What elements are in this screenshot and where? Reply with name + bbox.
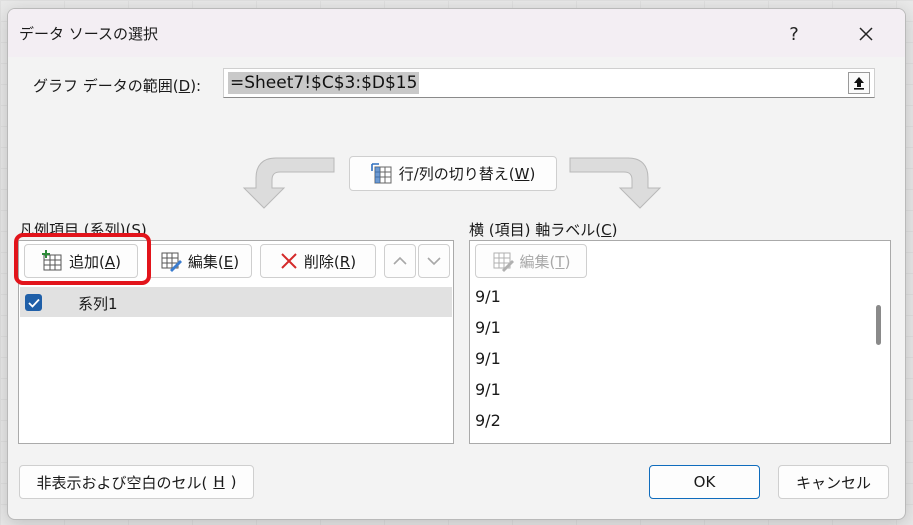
- axis-list-item[interactable]: 9/1: [471, 281, 861, 312]
- delete-series-button[interactable]: 削除(R): [260, 244, 376, 278]
- add-table-icon: [42, 250, 62, 271]
- switch-row-column-label: 行/列の切り替え(W): [398, 165, 536, 183]
- add-series-button[interactable]: 追加(A): [24, 244, 138, 278]
- collapse-dialog-button[interactable]: [848, 72, 870, 94]
- axis-list-scrollbar[interactable]: [870, 281, 888, 439]
- chevron-down-icon: [427, 257, 441, 266]
- cancel-button[interactable]: キャンセル: [778, 465, 889, 499]
- axis-list-item[interactable]: 9/2: [471, 405, 861, 436]
- delete-x-icon: [281, 253, 297, 269]
- axis-labels-panel: 編集(T) 9/1 9/1 9/1 9/1 9/2: [469, 240, 891, 444]
- data-range-value: =Sheet7!$C$3:$D$15: [228, 72, 420, 94]
- select-data-source-dialog: データ ソースの選択 ? グラフ データの範囲(D): =Sheet7!$C$3…: [7, 8, 906, 520]
- close-icon: [859, 27, 873, 41]
- title-bar: データ ソースの選択 ?: [8, 9, 905, 57]
- edit-table-icon: [161, 252, 182, 272]
- legend-entries-panel: 追加(A) 編集(E) 削除(R) 系列1: [18, 240, 454, 444]
- series-list-item[interactable]: 系列1: [20, 287, 452, 317]
- series-checkbox[interactable]: [25, 294, 42, 311]
- curved-arrow-right-icon: [569, 157, 662, 209]
- scrollbar-thumb[interactable]: [876, 305, 881, 345]
- switch-row-column-button[interactable]: 行/列の切り替え(W): [349, 156, 557, 191]
- help-button[interactable]: ?: [774, 17, 814, 51]
- chevron-up-icon: [393, 256, 407, 265]
- curved-arrow-left-icon: [242, 157, 335, 209]
- axis-list-item[interactable]: 9/1: [471, 374, 861, 405]
- ok-button[interactable]: OK: [649, 465, 760, 499]
- edit-series-button[interactable]: 編集(E): [147, 244, 252, 278]
- legend-entries-label: 凡例項目 (系列)(S): [19, 221, 147, 239]
- move-up-button[interactable]: [384, 244, 416, 278]
- edit-series-label: 編集(E): [187, 252, 240, 271]
- upload-arrow-icon: [854, 77, 864, 90]
- add-series-label: 追加(A): [69, 252, 121, 271]
- hidden-empty-cells-button[interactable]: 非表示および空白のセル(H): [19, 465, 254, 499]
- data-range-input[interactable]: =Sheet7!$C$3:$D$15: [223, 68, 875, 98]
- dialog-title: データ ソースの選択: [19, 25, 159, 43]
- data-range-label: グラフ データの範囲(D):: [33, 77, 202, 95]
- edit-table-icon: [493, 252, 514, 272]
- edit-axis-labels-label: 編集(T): [519, 252, 571, 271]
- axis-list-item[interactable]: 9/1: [471, 312, 861, 343]
- delete-series-label: 削除(R): [303, 252, 357, 271]
- edit-axis-labels-button[interactable]: 編集(T): [475, 244, 587, 278]
- checkmark-icon: [27, 298, 40, 308]
- axis-list-item[interactable]: 9/1: [471, 343, 861, 374]
- move-down-button[interactable]: [418, 244, 450, 278]
- switch-row-column-icon: [370, 162, 392, 183]
- axis-labels-label: 横 (項目) 軸ラベル(C): [469, 221, 618, 239]
- series-name: 系列1: [78, 295, 118, 313]
- axis-labels-list: 9/1 9/1 9/1 9/1 9/2: [471, 281, 861, 436]
- close-button[interactable]: [846, 17, 886, 51]
